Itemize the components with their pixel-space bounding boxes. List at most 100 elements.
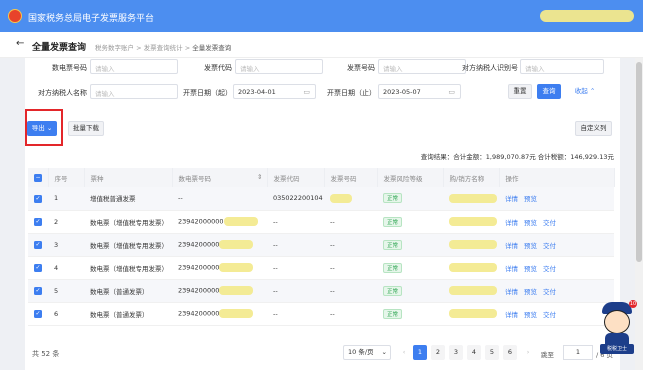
table-row[interactable]: ✓ 1 增值税普通发票 -- 035022200104 正常 详情 预览 <box>28 187 614 211</box>
chevron-up-icon: ⌃ <box>589 87 596 95</box>
select-all-checkbox[interactable]: − <box>28 168 49 187</box>
counterparty-id-input[interactable]: 请输入 <box>520 59 604 74</box>
redacted-value <box>449 286 497 295</box>
table-row[interactable]: ✓ 3 数电票（增值税专用发票） 2394200000 -- -- 正常 详情预… <box>28 233 614 257</box>
preview-link[interactable]: 预览 <box>524 311 537 319</box>
preview-link[interactable]: 预览 <box>524 265 537 273</box>
invoice-code-input[interactable]: 请输入 <box>235 59 323 74</box>
column-header: 购/销方名称 <box>443 168 500 187</box>
scrollbar[interactable] <box>635 58 643 370</box>
column-header: 发票代码 <box>267 168 325 187</box>
breadcrumb-item-stats[interactable]: 发票查询统计 <box>144 44 183 52</box>
page-button-2[interactable]: 2 <box>431 345 445 360</box>
breadcrumb: 税务数字账户 > 发票查询统计 > 全量发票查询 <box>95 42 231 52</box>
detail-link[interactable]: 详情 <box>505 219 518 227</box>
detail-link[interactable]: 详情 <box>505 311 518 319</box>
app-title: 国家税务总局电子发票服务平台 <box>28 14 155 24</box>
scrollbar-thumb[interactable] <box>636 62 642 262</box>
row-checkbox[interactable]: ✓ <box>28 187 48 211</box>
cell-no: 5 <box>48 279 84 303</box>
cell-party-name <box>443 256 499 280</box>
table-header-row: − 序号 票种 数电票号码 ⇕ 发票代码 发票号码 发票风险等级 购/销方名称 … <box>28 168 615 187</box>
preview-link[interactable]: 预览 <box>524 219 537 227</box>
page-button-1[interactable]: 1 <box>413 345 427 360</box>
prev-page-button[interactable]: ‹ <box>397 345 411 360</box>
assistant-mascot-icon[interactable]: 10 税税卫士 <box>598 300 637 356</box>
sort-icon[interactable]: ⇕ <box>257 173 262 181</box>
deliver-link[interactable]: 交付 <box>543 311 556 319</box>
table-row[interactable]: ✓ 5 数电票（普通发票） 2394200000 -- -- 正常 详情 预览 交付 <box>28 279 614 303</box>
cell-party-name <box>443 233 499 257</box>
pagination-bar: 共 52 条 10 条/页 ⌄ ‹ 1 2 3 4 5 6 › 跳至 1 / 6… <box>25 340 620 370</box>
date-end-picker[interactable]: 2023-05-07 ▭ <box>378 84 461 99</box>
risk-badge: 正常 <box>383 193 403 204</box>
row-checkbox[interactable]: ✓ <box>28 210 48 234</box>
cell-risk: 正常 <box>377 233 443 257</box>
counterparty-id-label: 对方纳税人识别号 <box>462 64 518 72</box>
detail-link[interactable]: 详情 <box>505 195 518 203</box>
breadcrumb-separator: > <box>136 44 142 52</box>
column-header[interactable]: 数电票号码 ⇕ <box>172 168 268 187</box>
counterparty-name-input[interactable]: 请输入 <box>90 84 178 99</box>
invoice-number-input[interactable]: 请输入 <box>378 59 466 74</box>
cell-code: -- <box>267 256 324 280</box>
cell-code: 035022200104 <box>267 187 324 211</box>
custom-columns-button[interactable]: 自定义列 <box>575 121 612 136</box>
user-info-redacted[interactable] <box>540 10 634 22</box>
cell-type: 数电票（增值税专用发票） <box>84 256 172 280</box>
table-row[interactable]: ✓ 6 数电票（普通发票） 2394200000 -- -- 正常 详情 预览 交付 <box>28 302 614 326</box>
row-checkbox[interactable]: ✓ <box>28 302 48 326</box>
deliver-link[interactable]: 交付 <box>543 219 556 227</box>
next-page-button[interactable]: › <box>521 345 535 360</box>
deliver-link[interactable]: 交付 <box>543 265 556 273</box>
preview-link[interactable]: 预览 <box>524 242 537 250</box>
page-button-6[interactable]: 6 <box>503 345 517 360</box>
window-edge <box>643 0 649 370</box>
collapse-button[interactable]: 收起 ⌃ <box>570 84 600 99</box>
row-checkbox[interactable]: ✓ <box>28 279 48 303</box>
reset-button[interactable]: 重置 <box>508 84 532 99</box>
redacted-value <box>449 309 497 318</box>
back-arrow-icon[interactable]: ← <box>16 38 24 49</box>
risk-badge: 正常 <box>383 285 403 296</box>
row-checkbox[interactable]: ✓ <box>28 256 48 280</box>
page-button-4[interactable]: 4 <box>467 345 481 360</box>
deliver-link[interactable]: 交付 <box>543 242 556 250</box>
page-button-3[interactable]: 3 <box>449 345 463 360</box>
column-header: 操作 <box>499 168 615 187</box>
breadcrumb-separator: > <box>184 44 191 52</box>
collapse-label: 收起 <box>574 87 588 95</box>
redacted-value <box>219 286 254 295</box>
page-button-5[interactable]: 5 <box>485 345 499 360</box>
redacted-value <box>449 217 497 226</box>
chevron-down-icon: ⌄ <box>381 348 387 356</box>
invoice-no-input[interactable]: 请输入 <box>90 59 178 74</box>
cell-ops: 详情 预览 <box>499 187 614 211</box>
date-end-value: 2023-05-07 <box>383 88 421 96</box>
preview-link[interactable]: 预览 <box>524 288 537 296</box>
row-checkbox[interactable]: ✓ <box>28 233 48 257</box>
cell-type: 数电票（普通发票） <box>84 279 172 303</box>
cell-no: 6 <box>48 302 84 326</box>
query-button[interactable]: 查询 <box>537 84 561 99</box>
table-row[interactable]: ✓ 4 数电票（增值税专用发票） 2394200000 -- -- 正常 详情预… <box>28 256 614 280</box>
breadcrumb-item-account[interactable]: 税务数字账户 <box>95 44 134 52</box>
detail-link[interactable]: 详情 <box>505 288 518 296</box>
detail-link[interactable]: 详情 <box>505 242 518 250</box>
date-end-label: 开票日期（止） <box>327 89 376 97</box>
date-start-picker[interactable]: 2023-04-01 ▭ <box>233 84 316 99</box>
cell-type: 数电票（普通发票） <box>84 302 172 326</box>
redacted-value <box>219 263 254 272</box>
batch-download-button[interactable]: 批量下载 <box>68 121 104 136</box>
jump-page-input[interactable]: 1 <box>563 345 593 360</box>
cell-digital-no: 2394200000 <box>172 256 267 280</box>
cell-ops: 详情 预览 交付 <box>499 233 614 257</box>
cell-type: 数电票（增值税专用发票） <box>84 233 172 257</box>
table-row[interactable]: ✓ 2 数电票（增值税专用发票） 23942000000 -- -- 正常 详情… <box>28 210 614 234</box>
preview-link[interactable]: 预览 <box>524 195 537 203</box>
deliver-link[interactable]: 交付 <box>543 288 556 296</box>
cell-type: 增值税普通发票 <box>84 187 172 211</box>
redacted-value <box>449 240 497 249</box>
detail-link[interactable]: 详情 <box>505 265 518 273</box>
page-size-select[interactable]: 10 条/页 ⌄ <box>343 345 391 360</box>
